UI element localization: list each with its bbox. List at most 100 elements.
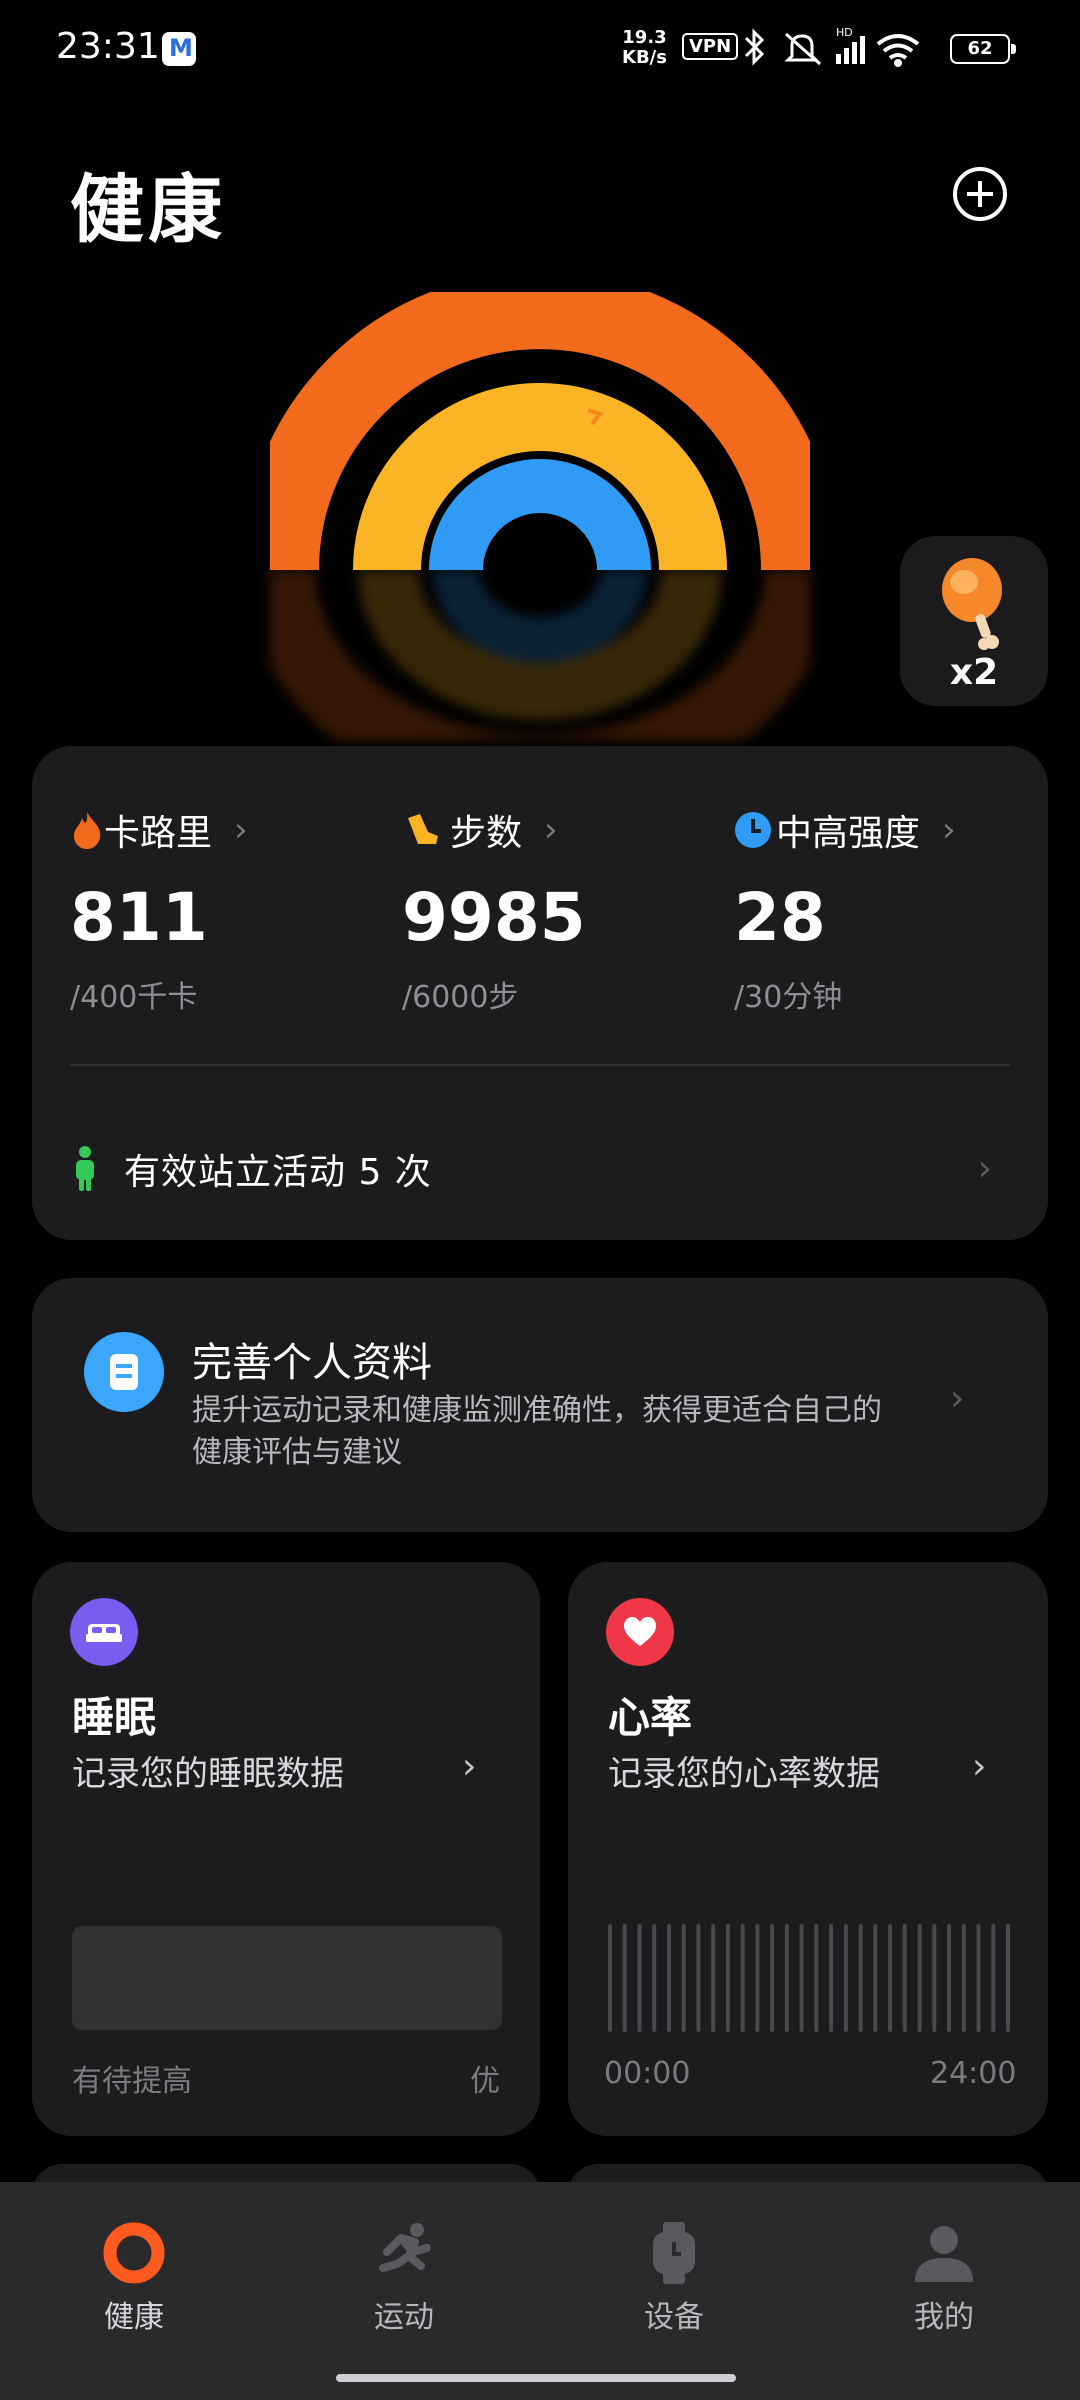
- mail-notification-icon: [162, 32, 196, 66]
- sleep-title: 睡眠: [72, 1693, 157, 1742]
- heart-rate-placeholder-bar: [843, 1924, 848, 2032]
- heart-rate-placeholder-bar: [873, 1924, 878, 2032]
- network-speed-unit: KB/s: [622, 47, 667, 68]
- heart-rate-time-start: 00:00: [604, 2056, 691, 2091]
- heart-rate-placeholder-bar: [991, 1924, 996, 2032]
- chevron-right-icon: ›: [977, 1148, 992, 1189]
- sleep-quality-bar: [72, 1926, 502, 2030]
- signal-icon: HD: [836, 26, 865, 64]
- profile-document-icon: [84, 1332, 164, 1412]
- chevron-right-icon: ›: [544, 810, 558, 850]
- chevron-right-icon: ›: [972, 1746, 987, 1787]
- stand-activity-text: 有效站立活动 5 次: [124, 1152, 432, 1193]
- heart-icon: [606, 1598, 674, 1666]
- steps-goal: /6000步: [402, 980, 519, 1015]
- heart-rate-placeholder-bar: [784, 1924, 789, 2032]
- profile-description-line: 提升运动记录和健康监测准确性，获得更适合自己的: [192, 1393, 882, 1428]
- heart-rate-placeholder-bar: [932, 1924, 937, 2032]
- achievement-count: x2: [949, 652, 999, 693]
- chevron-right-icon: ›: [950, 1378, 965, 1419]
- sleep-description: 记录您的睡眠数据: [72, 1754, 344, 1794]
- mute-icon: [784, 32, 821, 66]
- sleep-scale-high: 优: [470, 2064, 500, 2099]
- intensity-value: 28: [734, 879, 826, 956]
- nav-label: 我的: [914, 2300, 974, 2335]
- heart-rate-placeholder-bar: [1006, 1924, 1010, 2032]
- profile-title: 完善个人资料: [192, 1340, 432, 1386]
- intensity-label: 中高强度: [776, 813, 921, 854]
- heart-rate-placeholder-bar: [961, 1924, 966, 2032]
- heart-rate-placeholder-bar: [608, 1924, 612, 2032]
- card-divider: [70, 1064, 1010, 1066]
- heart-rate-placeholder-bar: [799, 1924, 804, 2032]
- activity-summary-card: 卡路里 › 811 /400千卡 步数 › 9985 /6000步 中高强度 ›…: [32, 746, 1048, 1240]
- bed-icon: [70, 1598, 138, 1666]
- drumstick-icon: [942, 558, 1002, 650]
- flame-icon: [74, 812, 101, 849]
- heart-rate-placeholder-bar: [755, 1924, 760, 2032]
- complete-profile-card[interactable]: 完善个人资料 提升运动记录和健康监测准确性，获得更适合自己的 健康评估与建议 ›: [32, 1278, 1048, 1532]
- nav-tab-devices[interactable]: 设备: [574, 2218, 774, 2336]
- nav-label: 运动: [374, 2300, 434, 2335]
- heart-rate-card[interactable]: 心率 记录您的心率数据 › 00:00 24:00: [568, 1562, 1048, 2136]
- stand-activity-row[interactable]: 有效站立活动 5 次 ›: [70, 1124, 1010, 1214]
- ring-icon: [103, 2222, 165, 2284]
- status-bar: 23:31 19.3 KB/s VPN HD 62: [0, 0, 1080, 100]
- heart-rate-placeholder-bar: [917, 1924, 922, 2032]
- heart-rate-placeholder-bar: [681, 1924, 686, 2032]
- intensity-goal: /30分钟: [734, 980, 843, 1015]
- heart-rate-placeholder-bar: [814, 1924, 819, 2032]
- heart-rate-placeholder-bar: [976, 1924, 981, 2032]
- standing-person-icon: [76, 1146, 94, 1191]
- svg-text:HD: HD: [836, 26, 853, 39]
- bluetooth-icon: [744, 28, 765, 66]
- chevron-right-icon: ›: [462, 1746, 477, 1787]
- network-speed: 19.3 KB/s: [622, 28, 667, 68]
- heart-rate-placeholder-bar: [902, 1924, 907, 2032]
- footprint-icon: [408, 814, 438, 844]
- nav-label: 健康: [104, 2300, 164, 2335]
- nav-label: 设备: [644, 2300, 704, 2335]
- achievement-badge[interactable]: x2: [900, 536, 1048, 706]
- heart-rate-placeholder-bar: [622, 1924, 627, 2032]
- heart-rate-placeholder-bar: [667, 1924, 671, 2032]
- heart-rate-placeholder-bar: [740, 1924, 745, 2032]
- add-button[interactable]: [952, 166, 1008, 222]
- heart-rate-placeholder-bar: [947, 1924, 951, 2032]
- nav-tab-profile[interactable]: 我的: [844, 2218, 1044, 2336]
- heart-rate-title: 心率: [608, 1693, 693, 1742]
- heart-rate-placeholder-bar: [829, 1924, 834, 2032]
- page-title: 健康: [70, 167, 226, 253]
- calories-metric[interactable]: 卡路里 › 811 /400千卡: [70, 804, 390, 1016]
- steps-metric[interactable]: 步数 › 9985 /6000步: [402, 804, 722, 1016]
- chevron-right-icon: ›: [942, 810, 956, 850]
- rings-reflection: [270, 570, 810, 740]
- plus-circle-icon: [953, 167, 1007, 221]
- watch-icon: [653, 2222, 695, 2284]
- intensity-metric[interactable]: 中高强度 › 28 /30分钟: [734, 804, 1054, 1016]
- calories-goal: /400千卡: [70, 980, 198, 1015]
- status-icons: HD: [744, 26, 920, 67]
- nav-tab-workout[interactable]: 运动: [304, 2218, 504, 2336]
- sleep-card[interactable]: 睡眠 记录您的睡眠数据 › 有待提高 优: [32, 1562, 540, 2136]
- home-indicator[interactable]: [336, 2374, 736, 2382]
- activity-rings[interactable]: [270, 292, 810, 592]
- person-icon: [915, 2226, 973, 2282]
- calories-label: 卡路里: [104, 813, 213, 854]
- chevron-right-icon: ›: [234, 810, 248, 850]
- steps-label: 步数: [450, 813, 523, 854]
- heart-rate-placeholder-bar: [725, 1924, 730, 2032]
- status-time: 23:31: [56, 26, 160, 67]
- steps-value: 9985: [402, 879, 586, 956]
- network-speed-value: 19.3: [622, 27, 667, 48]
- profile-description-line: 健康评估与建议: [192, 1435, 402, 1470]
- running-icon: [379, 2223, 431, 2272]
- bottom-navigation: 健康 运动 设备 我的: [0, 2182, 1080, 2400]
- vpn-badge: VPN: [682, 33, 739, 60]
- heart-rate-description: 记录您的心率数据: [608, 1754, 880, 1794]
- heart-rate-placeholder-bar: [888, 1924, 893, 2032]
- clock-icon: [735, 812, 771, 848]
- nav-tab-health[interactable]: 健康: [34, 2218, 234, 2336]
- heart-rate-placeholder-bar: [652, 1924, 657, 2032]
- heart-rate-placeholder-bar: [858, 1924, 863, 2032]
